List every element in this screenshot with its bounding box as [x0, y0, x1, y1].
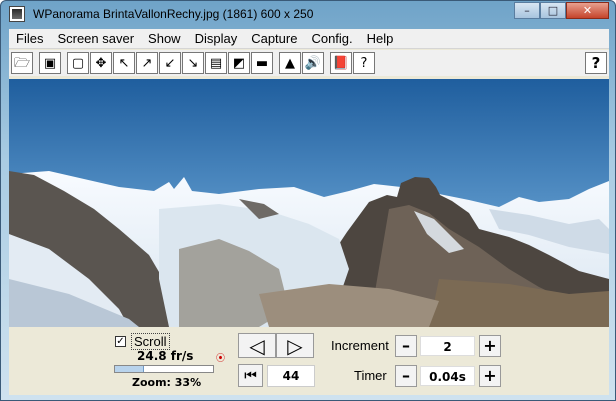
arrow-right-icon: ▷	[287, 333, 303, 358]
toolbar: 🗁 ▣ ▢ ✥ ↖ ↗ ↙ ↘ ▤ ◩ ▬ ▲ 🔊 📕 ? ?	[9, 50, 609, 76]
bar-icon: ▬	[255, 55, 269, 71]
menu-display[interactable]: Display	[188, 31, 245, 46]
arrow-sw-button[interactable]: ↙	[159, 52, 181, 74]
menu-files[interactable]: Files	[9, 31, 50, 46]
panorama-view[interactable]	[9, 79, 609, 327]
menu-help[interactable]: Help	[360, 31, 401, 46]
zoom-slider-fill	[115, 366, 145, 372]
minimize-button[interactable]: –	[514, 2, 540, 19]
sound-icon: 🔊	[304, 55, 322, 71]
arrow-nw-button[interactable]: ↖	[113, 52, 135, 74]
indicator-icon: ⦿	[216, 354, 226, 364]
arrow-ne-button[interactable]: ↗	[136, 52, 158, 74]
control-panel: ✓ Scroll 24.8 fr/s ⦿ Zoom: 33% ◁ ▷ ⏮ 44 …	[9, 328, 609, 395]
title-bar[interactable]: WPanorama BrintaVallonRechy.jpg (1861) 6…	[1, 1, 615, 27]
mountain-panorama-image	[9, 79, 609, 327]
scroll-right-button[interactable]: ▷	[276, 333, 314, 358]
landscape-button[interactable]: ▤	[205, 52, 227, 74]
skip-start-icon: ⏮	[244, 367, 257, 384]
client-area: Files Screen saver Show Display Capture …	[9, 29, 609, 395]
open-button[interactable]: 🗁	[11, 52, 33, 74]
menu-bar: Files Screen saver Show Display Capture …	[9, 29, 609, 49]
move-icon: ✥	[95, 55, 107, 71]
context-help-button[interactable]: ?	[353, 52, 375, 74]
scroll-label[interactable]: Scroll	[131, 333, 170, 350]
arrow-se-icon: ↘	[187, 55, 199, 71]
maximize-button[interactable]: □	[540, 2, 566, 19]
help-icon: ?	[360, 55, 368, 71]
menu-screen-saver[interactable]: Screen saver	[50, 31, 141, 46]
zoom-slider[interactable]	[114, 365, 214, 373]
picture-icon: ▣	[43, 55, 57, 71]
caption-buttons: – □ ✕	[514, 2, 609, 19]
landscape-icon: ▤	[209, 55, 223, 71]
timer-value[interactable]: 0.04s	[420, 366, 475, 386]
scroll-checkbox[interactable]: ✓	[115, 336, 126, 347]
timer-plus-button[interactable]: +	[479, 365, 501, 387]
palette-icon: ▲	[285, 55, 295, 71]
increment-plus-button[interactable]: +	[479, 335, 501, 357]
close-button[interactable]: ✕	[566, 2, 609, 19]
scroll-left-button[interactable]: ◁	[238, 333, 276, 358]
book-button[interactable]: 📕	[330, 52, 352, 74]
picture-button[interactable]: ▣	[39, 52, 61, 74]
timer-label: Timer	[354, 368, 387, 383]
arrow-ne-icon: ↗	[141, 55, 153, 71]
palette-button[interactable]: ▲	[279, 52, 301, 74]
image-button[interactable]: ◩	[228, 52, 250, 74]
arrow-left-icon: ◁	[249, 333, 265, 358]
app-window: WPanorama BrintaVallonRechy.jpg (1861) 6…	[0, 0, 616, 401]
menu-show[interactable]: Show	[141, 31, 188, 46]
increment-value[interactable]: 2	[420, 336, 475, 356]
scroll-checkbox-group[interactable]: ✓ Scroll	[115, 333, 170, 350]
menu-config[interactable]: Config.	[304, 31, 359, 46]
book-icon: 📕	[332, 55, 350, 71]
app-icon	[9, 6, 25, 22]
arrow-sw-icon: ↙	[164, 55, 176, 71]
open-icon: 🗁	[13, 55, 31, 71]
sound-button[interactable]: 🔊	[302, 52, 324, 74]
increment-label: Increment	[331, 338, 389, 353]
zoom-label: Zoom: 33%	[132, 376, 202, 389]
menu-capture[interactable]: Capture	[244, 31, 304, 46]
image-icon: ◩	[232, 55, 246, 71]
frame-icon: ▢	[71, 55, 85, 71]
arrow-se-button[interactable]: ↘	[182, 52, 204, 74]
bar-button[interactable]: ▬	[251, 52, 273, 74]
frame-counter: 44	[267, 365, 315, 387]
move-button[interactable]: ✥	[90, 52, 112, 74]
increment-minus-button[interactable]: –	[395, 335, 417, 357]
timer-minus-button[interactable]: –	[395, 365, 417, 387]
first-frame-button[interactable]: ⏮	[238, 364, 263, 387]
frame-rate: 24.8 fr/s	[137, 349, 194, 363]
help-button[interactable]: ?	[585, 52, 607, 74]
window-title: WPanorama BrintaVallonRechy.jpg (1861) 6…	[33, 7, 314, 21]
arrow-nw-icon: ↖	[118, 55, 130, 71]
frame-button[interactable]: ▢	[67, 52, 89, 74]
